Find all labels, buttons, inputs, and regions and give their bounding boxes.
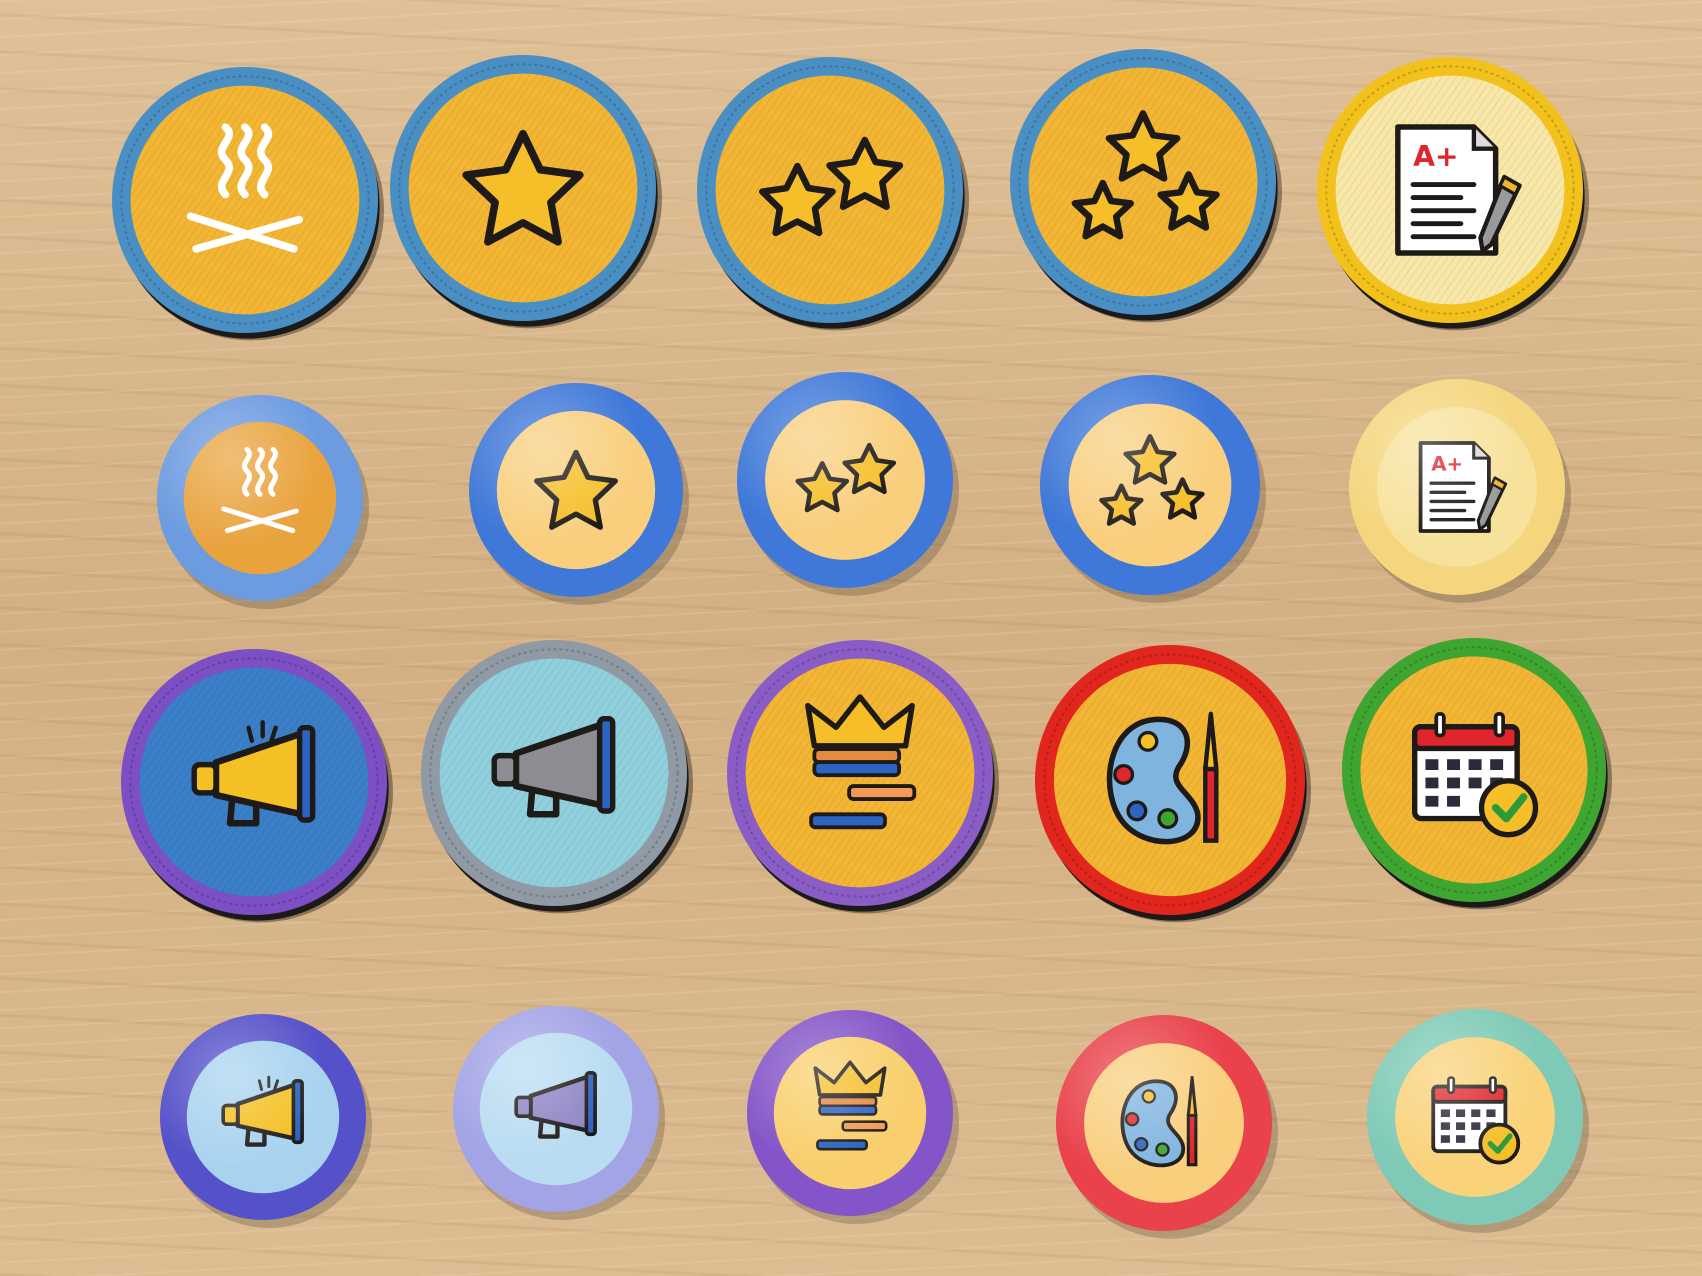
pin-button-paint-palette xyxy=(1056,1015,1278,1239)
pin-button-three-stars xyxy=(1040,375,1266,603)
embroidered-patch-megaphone-gray xyxy=(421,640,693,914)
pin-button-crown-chat xyxy=(747,1010,959,1224)
embroidered-patch-three-stars xyxy=(1010,49,1282,323)
embroidered-patch-one-star xyxy=(390,55,662,329)
embroidered-patch-campfire-steam xyxy=(112,67,384,341)
badge-scene: A+ A+ xyxy=(112,49,1612,1239)
embroidered-patch-megaphone-yellow xyxy=(121,649,393,923)
pin-button-megaphone-purple xyxy=(453,1006,665,1220)
pin-button-one-star xyxy=(469,383,689,605)
embroidered-patch-paint-palette xyxy=(1035,645,1311,923)
embroidered-patch-two-stars xyxy=(697,57,969,331)
calendar-check-icon xyxy=(1411,712,1539,838)
embroidered-patch-calendar-check xyxy=(1342,638,1612,910)
pin-button-graded-paper: A+ xyxy=(1349,379,1571,603)
embroidered-patch-graded-paper: A+ xyxy=(1317,57,1589,331)
grade-text: A+ xyxy=(1413,140,1459,173)
pin-button-megaphone-yellow xyxy=(160,1014,372,1228)
pin-button-campfire-steam xyxy=(157,395,369,609)
pin-button-calendar-check xyxy=(1367,1009,1589,1233)
embroidered-patch-crown-chat xyxy=(727,640,999,914)
pin-button-two-stars xyxy=(737,372,959,596)
